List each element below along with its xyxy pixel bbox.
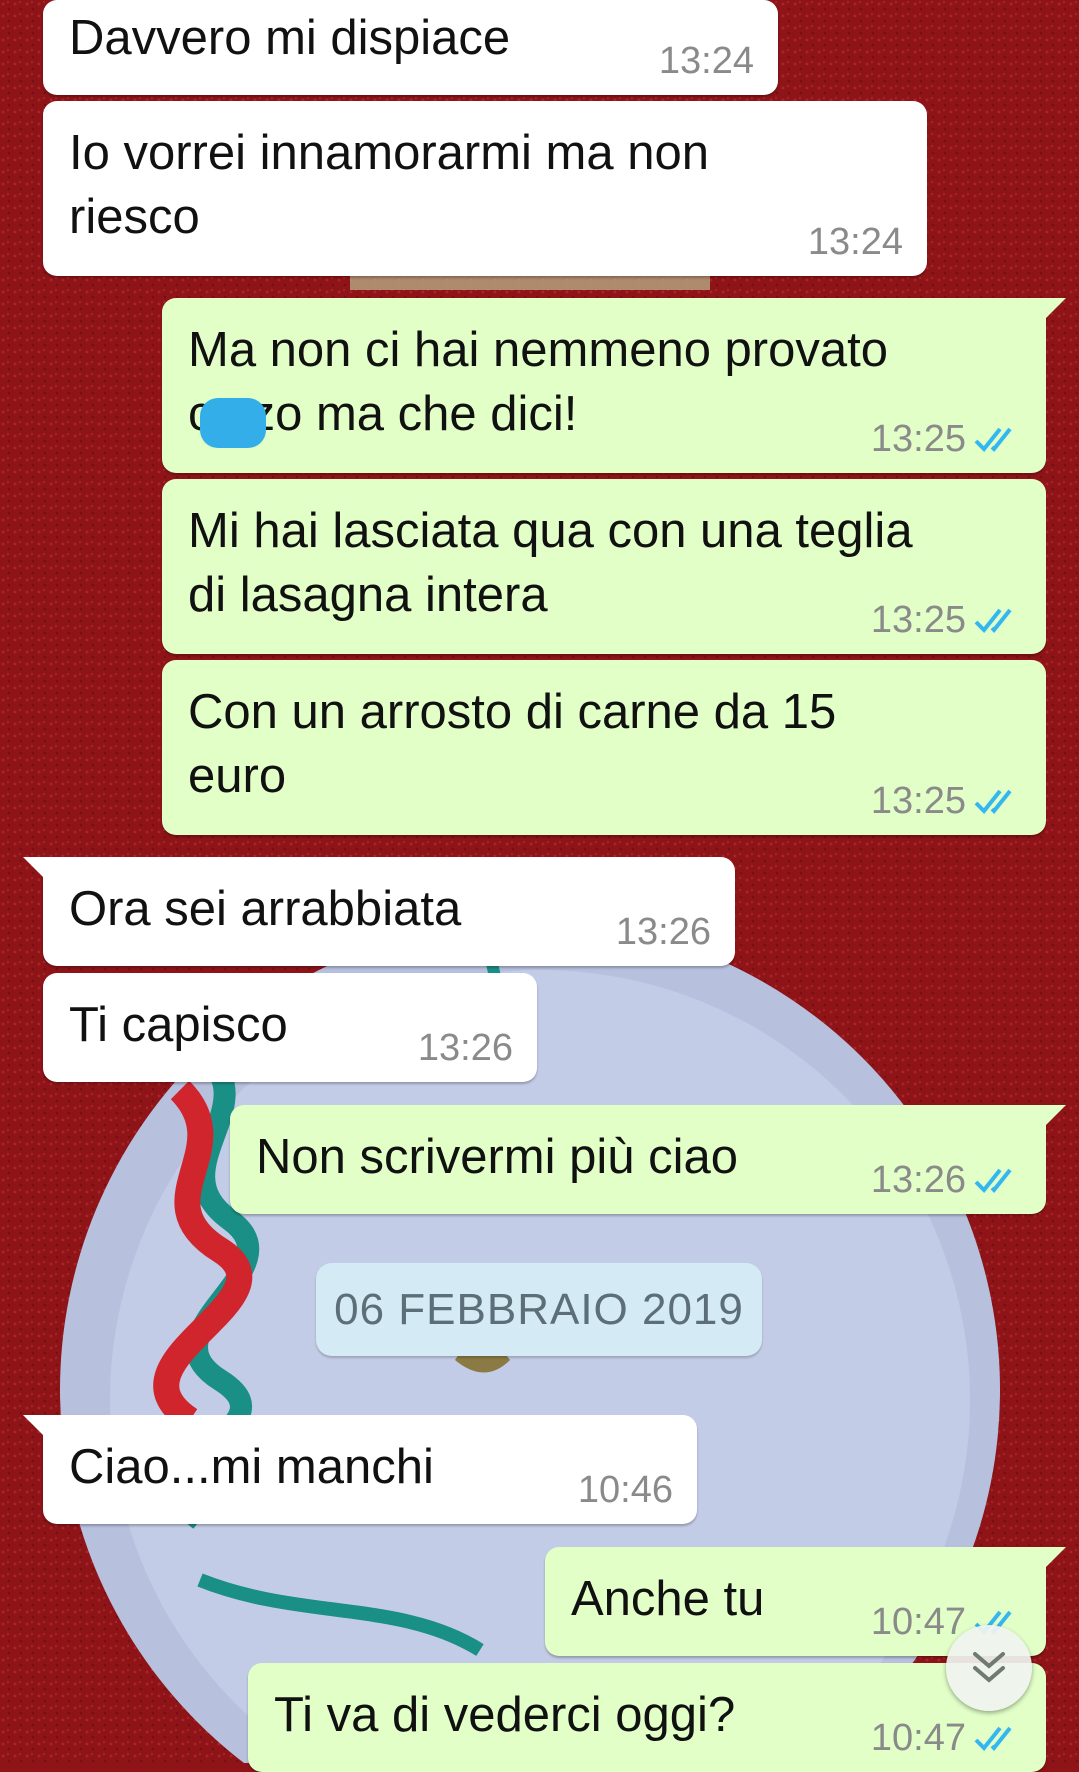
bubble-tail (1044, 1547, 1066, 1569)
message-meta: 10:47 (871, 1716, 1022, 1760)
message-bubble-incoming[interactable]: Ti capisco 13:26 (43, 973, 537, 1082)
message-meta: 13:26 (871, 1158, 1022, 1202)
message-time: 13:24 (658, 40, 754, 82)
redaction-mark (200, 398, 266, 448)
bubble-tail (23, 857, 45, 879)
message-text: Con un arrosto di carne da 15 euro (188, 685, 837, 803)
message-text: Io vorrei innamorarmi ma non riesco (69, 126, 709, 244)
message-meta: 13:25 (871, 417, 1022, 461)
message-text: Anche tu (571, 1572, 765, 1626)
double-check-icon (974, 608, 1012, 633)
message-bubble-incoming[interactable]: Davvero mi dispiace 13:24 (43, 0, 778, 95)
message-text: Ti va di vederci oggi? (274, 1688, 736, 1742)
message-bubble-outgoing[interactable]: Ti va di vederci oggi? 10:47 (248, 1663, 1046, 1772)
message-time: 13:26 (870, 1159, 966, 1201)
date-separator: 06 FEBBRAIO 2019 (316, 1263, 762, 1356)
message-bubble-incoming[interactable]: Ora sei arrabbiata 13:26 (23, 857, 735, 966)
message-bubble-outgoing[interactable]: Mi hai lasciata qua con una teglia di la… (162, 479, 1046, 654)
double-check-icon (974, 789, 1012, 814)
message-time: 13:25 (870, 599, 966, 641)
bubble-tail (23, 1415, 45, 1437)
scroll-to-bottom-button[interactable] (946, 1625, 1032, 1711)
message-text: Non scrivermi più ciao (256, 1130, 738, 1184)
double-chevron-down-icon (973, 1652, 1005, 1683)
bubble-tail (1044, 1105, 1066, 1127)
message-text: Ti capisco (69, 998, 288, 1052)
message-text: Davvero mi dispiace (69, 11, 511, 65)
message-bubble-outgoing[interactable]: Ma non ci hai nemmeno provato c zzo ma c… (162, 298, 1066, 473)
message-bubble-outgoing[interactable]: Con un arrosto di carne da 15 euro 13:25 (162, 660, 1046, 835)
message-bubble-outgoing[interactable]: Non scrivermi più ciao 13:26 (230, 1105, 1066, 1214)
double-check-icon (974, 427, 1012, 452)
message-time: 13:24 (807, 221, 903, 263)
message-bubble-incoming[interactable]: Io vorrei innamorarmi ma non riesco 13:2… (43, 101, 927, 276)
message-meta: 13:24 (808, 220, 903, 264)
message-time: 13:25 (870, 780, 966, 822)
message-meta: 13:25 (871, 779, 1022, 823)
message-time: 13:26 (417, 1027, 513, 1069)
message-time: 13:25 (870, 418, 966, 460)
message-text: Ciao...mi manchi (69, 1440, 434, 1494)
message-text: Mi hai lasciata qua con una teglia di la… (188, 504, 913, 622)
message-text: Ora sei arrabbiata (69, 882, 462, 936)
message-meta: 13:26 (418, 1026, 513, 1070)
message-time: 13:26 (615, 911, 711, 953)
message-text: Ma non ci hai nemmeno provato c zzo ma c… (188, 323, 888, 441)
message-meta: 13:26 (616, 910, 711, 954)
message-meta: 10:46 (578, 1468, 673, 1512)
message-time: 10:47 (870, 1717, 966, 1759)
message-meta: 13:25 (871, 598, 1022, 642)
double-check-icon (974, 1726, 1012, 1751)
message-bubble-incoming[interactable]: Ciao...mi manchi 10:46 (23, 1415, 697, 1524)
message-meta: 13:24 (659, 39, 754, 83)
double-check-icon (974, 1168, 1012, 1193)
bubble-tail (1044, 298, 1066, 320)
message-time: 10:46 (577, 1469, 673, 1511)
